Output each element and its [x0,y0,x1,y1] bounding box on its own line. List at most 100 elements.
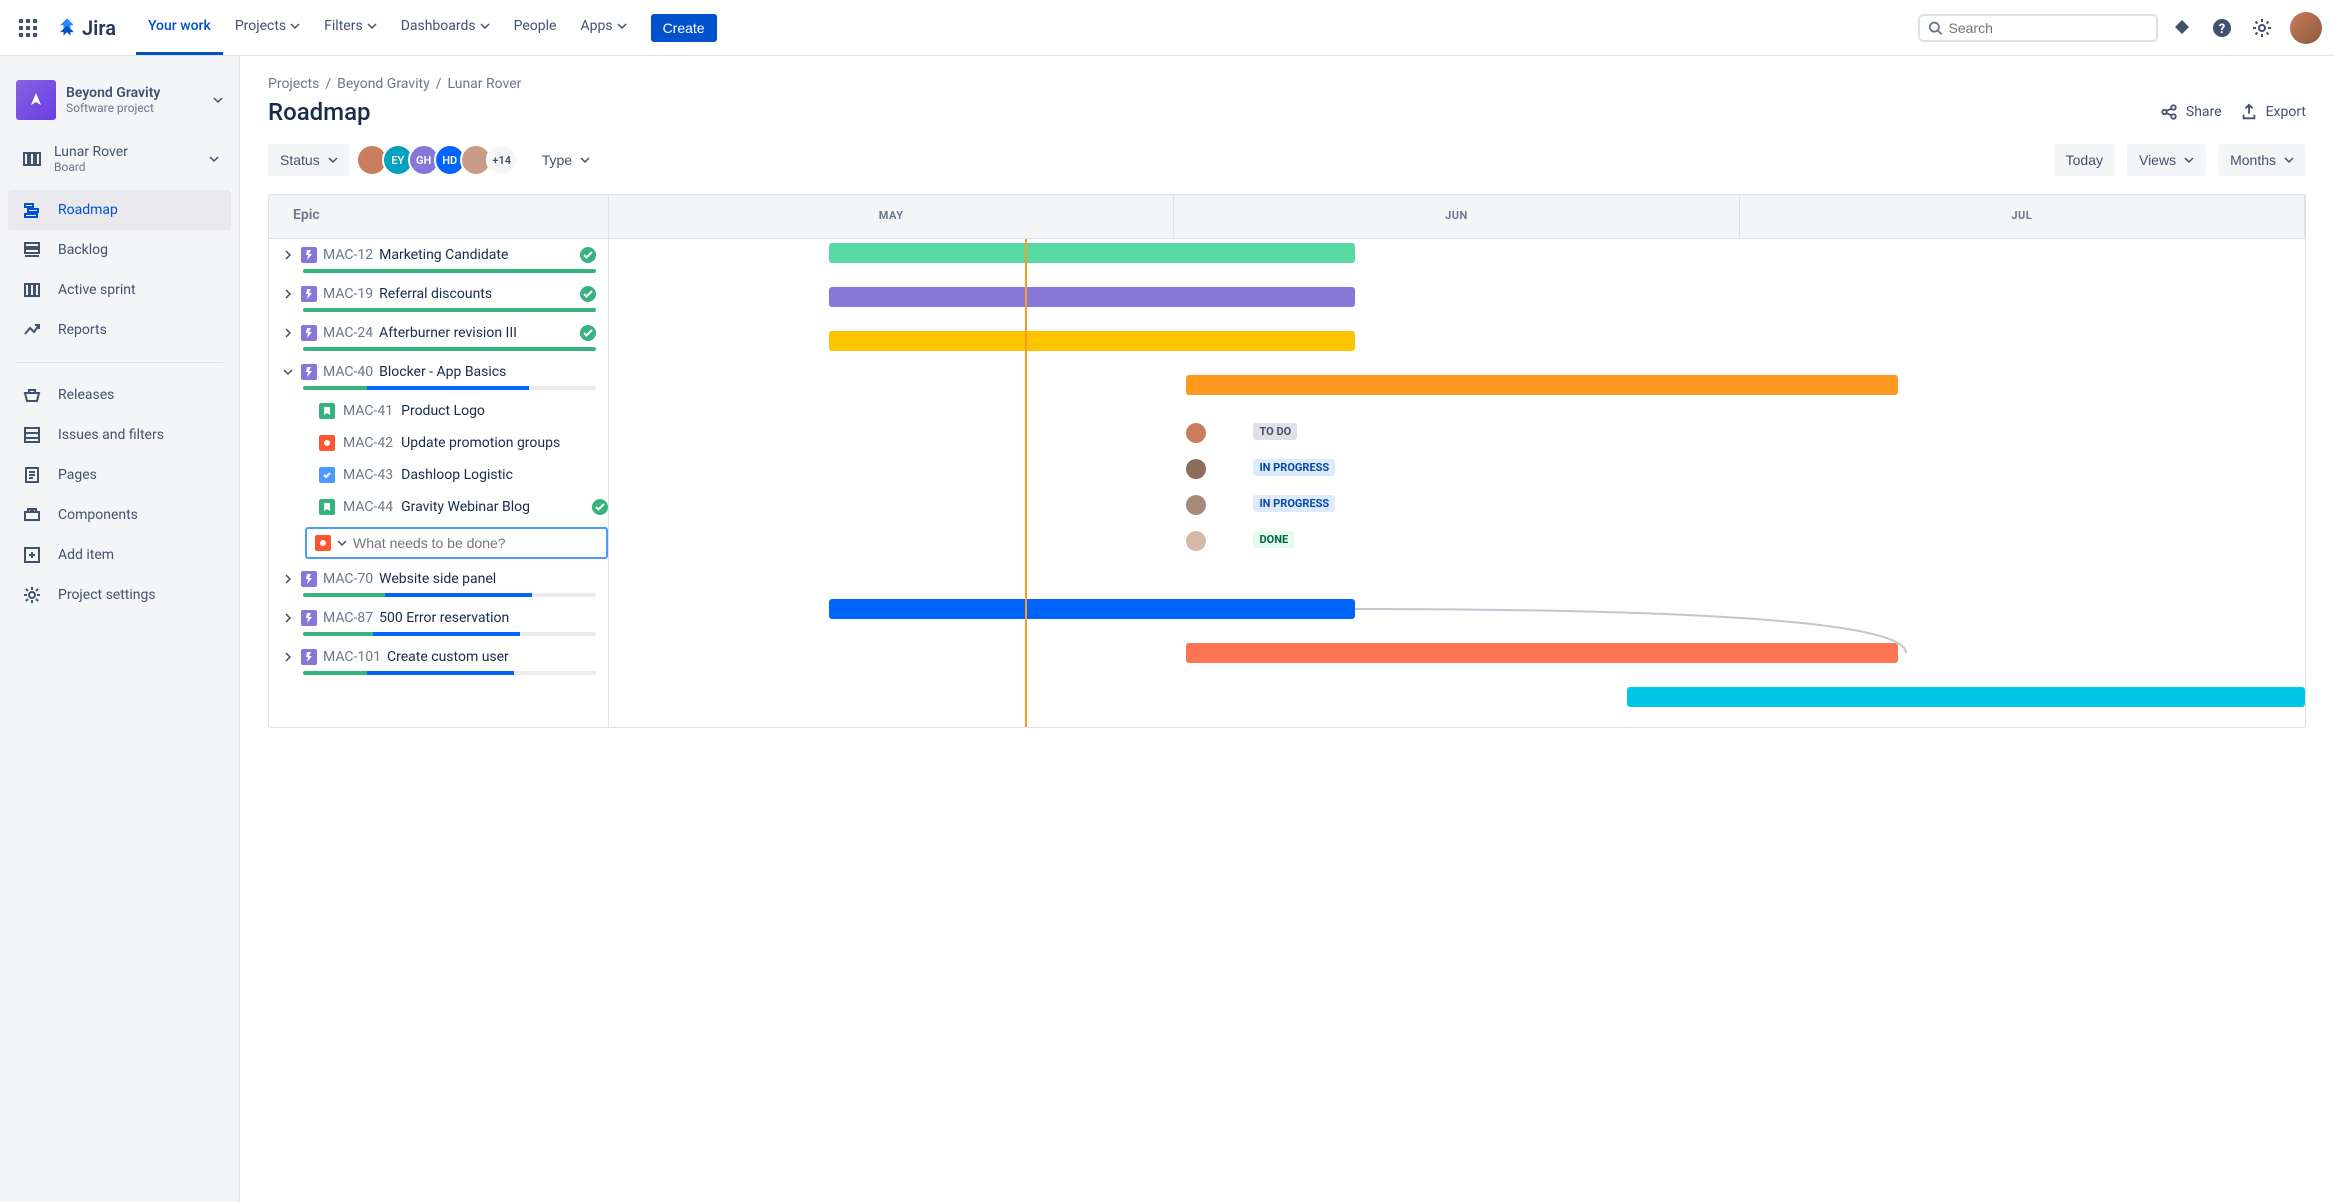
child-row[interactable]: MAC-42Update promotion groups [269,427,608,459]
sidebar-backlog[interactable]: Backlog [8,230,231,270]
nav-your-work[interactable]: Your work [136,0,223,55]
export-button[interactable]: Export [2240,103,2306,121]
assignee-avatar[interactable] [1186,423,1206,443]
sidebar-releases[interactable]: Releases [8,375,231,415]
epic-bar[interactable] [829,599,1355,619]
issue-key[interactable]: MAC-42 [343,435,393,451]
notifications-icon[interactable] [2166,12,2198,44]
type-filter[interactable]: Type [530,144,602,176]
chevron-right-icon[interactable] [281,613,295,623]
issue-key[interactable]: MAC-43 [343,467,393,483]
epic-icon [301,286,317,302]
assignee-avatar[interactable] [1186,495,1206,515]
today-button[interactable]: Today [2054,144,2115,176]
sidebar-components[interactable]: Components [8,495,231,535]
issue-key[interactable]: MAC-101 [323,649,381,665]
app-switcher-icon[interactable] [12,12,44,44]
timeframe-button[interactable]: Months [2218,144,2306,176]
child-row[interactable]: MAC-43Dashloop Logistic [269,459,608,491]
issue-key[interactable]: MAC-40 [323,364,373,380]
new-issue-input[interactable] [353,535,598,551]
epic-row[interactable]: MAC-87500 Error reservation [269,602,608,641]
issue-type-selector[interactable] [315,535,331,551]
issue-key[interactable]: MAC-12 [323,247,373,263]
nav-people[interactable]: People [502,0,569,55]
help-icon[interactable]: ? [2206,12,2238,44]
sidebar-issues-filters[interactable]: Issues and filters [8,415,231,455]
breadcrumb-projects[interactable]: Projects [268,76,319,92]
epic-row[interactable]: MAC-12Marketing Candidate [269,239,608,278]
create-button[interactable]: Create [651,14,717,42]
status-badge[interactable]: IN PROGRESS [1253,495,1335,512]
epic-row[interactable]: MAC-24Afterburner revision III [269,317,608,356]
chevron-down-icon[interactable] [337,538,347,548]
assignee-filter[interactable]: EYGHHD+14 [362,144,518,176]
settings-icon[interactable] [2246,12,2278,44]
issue-key[interactable]: MAC-87 [323,610,373,626]
project-header[interactable]: Beyond Gravity Software project [8,72,231,128]
chevron-right-icon[interactable] [281,574,295,584]
status-filter[interactable]: Status [268,144,350,176]
add-icon [20,543,44,567]
sidebar-reports[interactable]: Reports [8,310,231,350]
epic-bar[interactable] [829,331,1355,351]
avatar-more[interactable]: +14 [486,144,518,176]
status-badge[interactable]: TO DO [1253,423,1297,440]
done-icon [580,325,596,341]
epic-bar[interactable] [829,287,1355,307]
assignee-avatar[interactable] [1186,459,1206,479]
issue-key[interactable]: MAC-19 [323,286,373,302]
share-button[interactable]: Share [2160,103,2222,121]
nav-filters[interactable]: Filters [312,0,389,55]
views-button[interactable]: Views [2127,144,2206,176]
epic-icon [301,247,317,263]
done-icon [580,286,596,302]
progress-bar [303,308,596,312]
sidebar-add-item[interactable]: Add item [8,535,231,575]
topbar: Jira Your work Projects Filters Dashboar… [0,0,2334,56]
sidebar-project-settings[interactable]: Project settings [8,575,231,615]
nav-dashboards[interactable]: Dashboards [389,0,502,55]
epic-row[interactable]: MAC-19Referral discounts [269,278,608,317]
nav-projects[interactable]: Projects [223,0,312,55]
assignee-avatar[interactable] [1186,531,1206,551]
epic-row[interactable]: MAC-40Blocker - App Basics [269,356,608,395]
epic-bar[interactable] [1186,375,1898,395]
search-input[interactable] [1949,20,2148,36]
child-row[interactable]: MAC-41Product Logo [269,395,608,427]
project-avatar [16,80,56,120]
epic-bar[interactable] [829,243,1355,263]
issue-title: Gravity Webinar Blog [401,499,530,515]
breadcrumb-board[interactable]: Lunar Rover [447,76,521,92]
jira-logo[interactable]: Jira [48,16,124,40]
nav-apps[interactable]: Apps [568,0,638,55]
chevron-right-icon[interactable] [281,250,295,260]
child-row[interactable]: MAC-44 Gravity Webinar Blog [269,491,608,523]
chevron-right-icon[interactable] [281,328,295,338]
search-box[interactable] [1918,14,2158,42]
done-icon [592,499,608,515]
epic-row[interactable]: MAC-101Create custom user [269,641,608,680]
epic-bar[interactable] [1627,687,2305,707]
issue-key[interactable]: MAC-41 [343,403,393,419]
issue-key[interactable]: MAC-24 [323,325,373,341]
progress-bar [303,386,596,390]
status-badge[interactable]: DONE [1253,531,1294,548]
status-badge[interactable]: IN PROGRESS [1253,459,1335,476]
issue-key[interactable]: MAC-70 [323,571,373,587]
sidebar-pages[interactable]: Pages [8,455,231,495]
breadcrumb-project[interactable]: Beyond Gravity [337,76,430,92]
issue-key[interactable]: MAC-44 [343,499,393,515]
sidebar-roadmap[interactable]: Roadmap [8,190,231,230]
chevron-down-icon[interactable] [281,367,295,377]
breadcrumbs: Projects/ Beyond Gravity/ Lunar Rover [268,76,2306,92]
epic-row[interactable]: MAC-70Website side panel [269,563,608,602]
chevron-right-icon[interactable] [281,289,295,299]
new-issue-row[interactable] [305,527,608,559]
board-header[interactable]: Lunar Rover Board [8,136,231,182]
epic-bar[interactable] [1186,643,1898,663]
chevron-right-icon[interactable] [281,652,295,662]
profile-avatar[interactable] [2290,12,2322,44]
sidebar-active-sprint[interactable]: Active sprint [8,270,231,310]
page-title: Roadmap [268,98,371,126]
